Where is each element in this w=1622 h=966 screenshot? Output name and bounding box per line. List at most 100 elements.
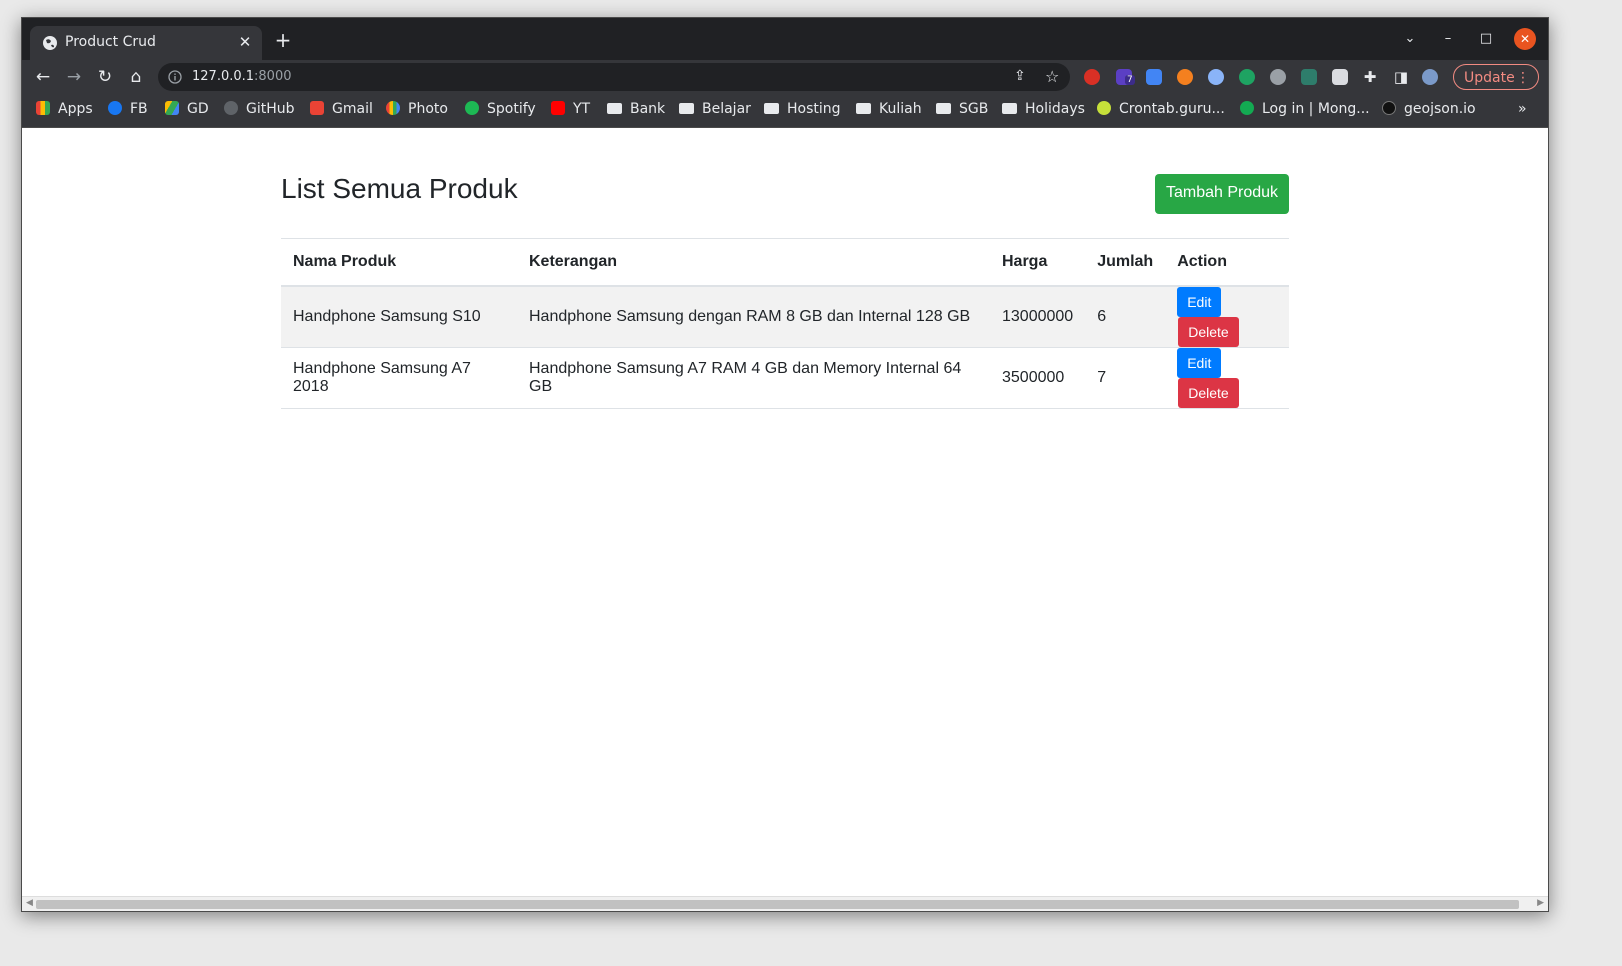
cell-jumlah: 7 [1085,347,1166,409]
folder-icon [856,103,871,114]
bookmark-apps[interactable]: Apps [36,101,93,119]
address-bar[interactable]: 127.0.0.1:8000 ⇪ ☆ [158,63,1070,91]
tab-title: Product Crud [65,34,156,50]
bookmark-hosting[interactable]: Hosting [764,101,841,119]
add-product-button[interactable]: Tambah Produk [1155,174,1289,214]
url-port: :8000 [254,69,292,84]
column-header: Harga [990,238,1086,287]
extension-green-icon[interactable] [1239,69,1255,85]
bookmark-label: geojson.io [1404,101,1476,117]
bookmark-photo[interactable]: Photo [386,101,448,119]
bookmark-mongo[interactable]: Log in | Mong... [1240,101,1370,119]
home-icon[interactable]: ⌂ [124,65,148,89]
cell-jumlah: 6 [1085,286,1166,348]
reload-icon[interactable]: ↻ [93,65,117,89]
folder-icon [764,103,779,114]
browser-window: Product Crud ✕ + ⌄ – □ ✕ ← → ↻ ⌂ 127.0.0… [21,17,1549,912]
extension-gray-icon[interactable] [1270,69,1286,85]
extension-purple-icon[interactable]: 7 [1116,69,1135,85]
product-table: Nama Produk Keterangan Harga Jumlah Acti… [281,238,1289,409]
facebook-icon [108,101,122,115]
extension-white-icon[interactable] [1332,69,1348,85]
spotify-icon [465,101,479,115]
bookmark-label: GD [187,101,209,117]
bookmark-sgb[interactable]: SGB [936,101,988,119]
url-text: 127.0.0.1:8000 [192,69,292,84]
bookmark-crontab[interactable]: Crontab.guru... [1097,101,1225,119]
minimize-icon[interactable]: – [1437,28,1459,50]
horizontal-scrollbar[interactable]: ◀ ▶ [22,896,1548,911]
forward-icon[interactable]: → [62,65,86,89]
column-header: Action [1165,238,1289,287]
bookmark-belajar[interactable]: Belajar [679,101,751,119]
bookmark-label: Crontab.guru... [1119,101,1225,117]
bookmark-bank[interactable]: Bank [607,101,665,119]
bookmark-label: Photo [408,101,448,117]
table-row: Handphone Samsung S10 Handphone Samsung … [281,286,1289,348]
cell-keterangan: Handphone Samsung A7 RAM 4 GB dan Memory… [517,347,990,409]
window-close-icon[interactable]: ✕ [1514,28,1536,50]
table-row: Handphone Samsung A7 2018 Handphone Sams… [281,347,1289,409]
bookmark-kuliah[interactable]: Kuliah [856,101,922,119]
maximize-icon[interactable]: □ [1475,28,1497,50]
delete-button[interactable]: Delete [1178,317,1239,347]
extension-blue-icon[interactable] [1208,69,1224,85]
scrollbar-thumb[interactable] [36,900,1519,909]
more-bookmarks-icon[interactable]: » [1518,101,1527,119]
bookmark-label: Apps [58,101,93,117]
share-icon[interactable]: ⇪ [1014,68,1026,84]
tab-search-icon[interactable]: ⌄ [1399,28,1421,50]
geojson-icon [1382,101,1396,115]
update-button[interactable]: Update ⋮ [1453,64,1539,90]
globe-icon [43,36,57,50]
page-content: List Semua Produk Tambah Produk Nama Pro… [22,128,1548,896]
extensions-puzzle-icon[interactable]: ✚ [1358,65,1382,89]
bookmark-geojson[interactable]: geojson.io [1382,101,1476,119]
youtube-icon [551,101,565,115]
new-tab-icon[interactable]: + [272,30,294,52]
bookmark-label: YT [573,101,591,117]
table-header-row: Nama Produk Keterangan Harga Jumlah Acti… [281,238,1289,287]
browser-toolbar: ← → ↻ ⌂ 127.0.0.1:8000 ⇪ ☆ 7 ✚ ◨ Update ⋮ [22,60,1548,94]
info-icon[interactable] [168,70,182,84]
scroll-left-icon[interactable]: ◀ [26,898,33,908]
bookmark-label: FB [130,101,148,117]
tab-close-icon[interactable]: ✕ [234,31,256,53]
bookmark-spotify[interactable]: Spotify [465,101,536,119]
extension-orange-icon[interactable] [1177,69,1193,85]
side-panel-icon[interactable]: ◨ [1389,65,1413,89]
update-label: Update [1464,70,1515,86]
bookmark-star-icon[interactable]: ☆ [1045,67,1059,86]
bookmark-fb[interactable]: FB [108,101,148,119]
scroll-right-icon[interactable]: ▶ [1537,898,1544,908]
extension-red-icon[interactable] [1084,69,1100,85]
edit-button[interactable]: Edit [1177,348,1222,378]
bookmark-github[interactable]: GitHub [224,101,295,119]
column-header: Keterangan [517,238,990,287]
delete-button[interactable]: Delete [1178,378,1239,408]
google-drive-icon [165,101,179,115]
bookmark-label: SGB [959,101,989,117]
bookmark-gmail[interactable]: Gmail [310,101,373,119]
menu-dots-icon[interactable]: ⋮ [1516,65,1530,91]
bookmark-gd[interactable]: GD [165,101,209,119]
bookmark-label: GitHub [246,101,295,117]
column-header: Nama Produk [281,238,517,287]
avatar[interactable] [1422,69,1438,85]
folder-icon [679,103,694,114]
bookmarks-bar: Apps FB GD GitHub Gmail Photo Spotify YT… [22,94,1548,128]
bookmark-holidays[interactable]: Holidays [1002,101,1085,119]
extension-teal-icon[interactable] [1301,69,1317,85]
folder-icon [1002,103,1017,114]
bookmark-yt[interactable]: YT [551,101,590,119]
back-icon[interactable]: ← [31,65,55,89]
cell-action: EditDelete [1165,347,1289,409]
bookmark-label: Gmail [332,101,373,117]
mongodb-leaf-icon [1240,101,1254,115]
edit-button[interactable]: Edit [1177,287,1222,317]
bookmark-label: Bank [630,101,666,117]
tab-product-crud[interactable]: Product Crud ✕ [30,26,262,60]
bookmark-label: Holidays [1025,101,1085,117]
column-header: Jumlah [1085,238,1166,287]
translate-icon[interactable] [1146,69,1162,85]
